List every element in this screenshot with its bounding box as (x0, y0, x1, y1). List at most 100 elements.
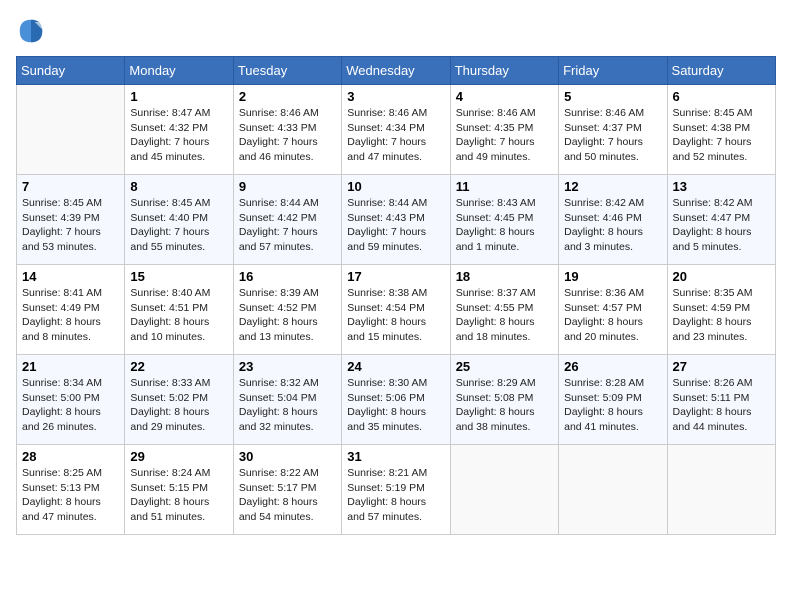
day-info: Sunrise: 8:45 AM Sunset: 4:40 PM Dayligh… (130, 196, 227, 255)
day-number: 10 (347, 179, 444, 194)
calendar-cell: 9 Sunrise: 8:44 AM Sunset: 4:42 PM Daylig… (233, 175, 341, 265)
header-day-wednesday: Wednesday (342, 57, 450, 85)
calendar-cell: 8 Sunrise: 8:45 AM Sunset: 4:40 PM Daylig… (125, 175, 233, 265)
calendar-cell: 4 Sunrise: 8:46 AM Sunset: 4:35 PM Daylig… (450, 85, 558, 175)
calendar-cell: 29Sunrise: 8:24 AM Sunset: 5:15 PM Dayli… (125, 445, 233, 535)
calendar-cell: 27 Sunrise: 8:26 AM Sunset: 5:11 PM Dayli… (667, 355, 775, 445)
day-number: 5 (564, 89, 661, 104)
day-number: 27 (673, 359, 770, 374)
day-info: Sunrise: 8:44 AM Sunset: 4:42 PM Dayligh… (239, 196, 336, 255)
day-info: Sunrise: 8:38 AM Sunset: 4:54 PM Dayligh… (347, 286, 444, 345)
calendar-cell: 2Sunrise: 8:46 AM Sunset: 4:33 PM Daylig… (233, 85, 341, 175)
week-row-1: 1 Sunrise: 8:47 AM Sunset: 4:32 PM Daylig… (17, 85, 776, 175)
day-number: 28 (22, 449, 119, 464)
day-number: 14 (22, 269, 119, 284)
day-number: 11 (456, 179, 553, 194)
calendar-cell: 10 Sunrise: 8:44 AM Sunset: 4:43 PM Dayli… (342, 175, 450, 265)
day-number: 21 (22, 359, 119, 374)
day-info: Sunrise: 8:21 AM Sunset: 5:19 PM Dayligh… (347, 466, 444, 525)
day-info: Sunrise: 8:37 AM Sunset: 4:55 PM Dayligh… (456, 286, 553, 345)
day-number: 17 (347, 269, 444, 284)
day-number: 15 (130, 269, 227, 284)
calendar-cell: 23Sunrise: 8:32 AM Sunset: 5:04 PM Dayli… (233, 355, 341, 445)
logo-icon (16, 16, 46, 46)
calendar-cell: 5 Sunrise: 8:46 AM Sunset: 4:37 PM Daylig… (559, 85, 667, 175)
day-number: 2 (239, 89, 336, 104)
calendar-cell (667, 445, 775, 535)
day-number: 23 (239, 359, 336, 374)
day-info: Sunrise: 8:34 AM Sunset: 5:00 PM Dayligh… (22, 376, 119, 435)
day-number: 19 (564, 269, 661, 284)
day-number: 12 (564, 179, 661, 194)
calendar-cell: 24 Sunrise: 8:30 AM Sunset: 5:06 PM Dayli… (342, 355, 450, 445)
day-number: 9 (239, 179, 336, 194)
calendar-cell: 13Sunrise: 8:42 AM Sunset: 4:47 PM Dayli… (667, 175, 775, 265)
day-number: 24 (347, 359, 444, 374)
calendar-cell: 7Sunrise: 8:45 AM Sunset: 4:39 PM Daylig… (17, 175, 125, 265)
calendar-cell: 30Sunrise: 8:22 AM Sunset: 5:17 PM Dayli… (233, 445, 341, 535)
header-day-sunday: Sunday (17, 57, 125, 85)
calendar-cell: 14 Sunrise: 8:41 AM Sunset: 4:49 PM Dayli… (17, 265, 125, 355)
calendar-cell: 3 Sunrise: 8:46 AM Sunset: 4:34 PM Daylig… (342, 85, 450, 175)
calendar-cell: 28 Sunrise: 8:25 AM Sunset: 5:13 PM Dayli… (17, 445, 125, 535)
calendar-cell: 6 Sunrise: 8:45 AM Sunset: 4:38 PM Daylig… (667, 85, 775, 175)
calendar-cell (17, 85, 125, 175)
calendar-cell (559, 445, 667, 535)
header-day-monday: Monday (125, 57, 233, 85)
day-info: Sunrise: 8:42 AM Sunset: 4:47 PM Dayligh… (673, 196, 770, 255)
day-number: 3 (347, 89, 444, 104)
page-header (16, 16, 776, 46)
day-info: Sunrise: 8:44 AM Sunset: 4:43 PM Dayligh… (347, 196, 444, 255)
calendar-cell: 22Sunrise: 8:33 AM Sunset: 5:02 PM Dayli… (125, 355, 233, 445)
calendar-cell: 21 Sunrise: 8:34 AM Sunset: 5:00 PM Dayli… (17, 355, 125, 445)
calendar-cell: 15 Sunrise: 8:40 AM Sunset: 4:51 PM Dayli… (125, 265, 233, 355)
day-number: 4 (456, 89, 553, 104)
header-row: SundayMondayTuesdayWednesdayThursdayFrid… (17, 57, 776, 85)
day-info: Sunrise: 8:46 AM Sunset: 4:34 PM Dayligh… (347, 106, 444, 165)
week-row-3: 14 Sunrise: 8:41 AM Sunset: 4:49 PM Dayli… (17, 265, 776, 355)
day-info: Sunrise: 8:43 AM Sunset: 4:45 PM Dayligh… (456, 196, 553, 255)
day-info: Sunrise: 8:36 AM Sunset: 4:57 PM Dayligh… (564, 286, 661, 345)
day-number: 25 (456, 359, 553, 374)
day-number: 22 (130, 359, 227, 374)
day-info: Sunrise: 8:35 AM Sunset: 4:59 PM Dayligh… (673, 286, 770, 345)
calendar-cell: 19 Sunrise: 8:36 AM Sunset: 4:57 PM Dayli… (559, 265, 667, 355)
day-info: Sunrise: 8:30 AM Sunset: 5:06 PM Dayligh… (347, 376, 444, 435)
day-info: Sunrise: 8:29 AM Sunset: 5:08 PM Dayligh… (456, 376, 553, 435)
day-info: Sunrise: 8:46 AM Sunset: 4:37 PM Dayligh… (564, 106, 661, 165)
calendar-cell: 25 Sunrise: 8:29 AM Sunset: 5:08 PM Dayli… (450, 355, 558, 445)
day-info: Sunrise: 8:40 AM Sunset: 4:51 PM Dayligh… (130, 286, 227, 345)
day-info: Sunrise: 8:42 AM Sunset: 4:46 PM Dayligh… (564, 196, 661, 255)
header-day-saturday: Saturday (667, 57, 775, 85)
week-row-5: 28 Sunrise: 8:25 AM Sunset: 5:13 PM Dayli… (17, 445, 776, 535)
week-row-4: 21 Sunrise: 8:34 AM Sunset: 5:00 PM Dayli… (17, 355, 776, 445)
header-day-thursday: Thursday (450, 57, 558, 85)
calendar-cell: 12 Sunrise: 8:42 AM Sunset: 4:46 PM Dayli… (559, 175, 667, 265)
header-day-friday: Friday (559, 57, 667, 85)
header-day-tuesday: Tuesday (233, 57, 341, 85)
day-number: 30 (239, 449, 336, 464)
day-info: Sunrise: 8:45 AM Sunset: 4:39 PM Dayligh… (22, 196, 119, 255)
day-number: 1 (130, 89, 227, 104)
calendar-cell (450, 445, 558, 535)
day-info: Sunrise: 8:41 AM Sunset: 4:49 PM Dayligh… (22, 286, 119, 345)
day-number: 31 (347, 449, 444, 464)
calendar-cell: 26Sunrise: 8:28 AM Sunset: 5:09 PM Dayli… (559, 355, 667, 445)
day-info: Sunrise: 8:45 AM Sunset: 4:38 PM Dayligh… (673, 106, 770, 165)
week-row-2: 7Sunrise: 8:45 AM Sunset: 4:39 PM Daylig… (17, 175, 776, 265)
calendar-cell: 31 Sunrise: 8:21 AM Sunset: 5:19 PM Dayli… (342, 445, 450, 535)
day-info: Sunrise: 8:25 AM Sunset: 5:13 PM Dayligh… (22, 466, 119, 525)
calendar-cell: 1 Sunrise: 8:47 AM Sunset: 4:32 PM Daylig… (125, 85, 233, 175)
day-number: 8 (130, 179, 227, 194)
day-info: Sunrise: 8:47 AM Sunset: 4:32 PM Dayligh… (130, 106, 227, 165)
day-number: 16 (239, 269, 336, 284)
calendar-cell: 17 Sunrise: 8:38 AM Sunset: 4:54 PM Dayli… (342, 265, 450, 355)
day-number: 6 (673, 89, 770, 104)
logo (16, 16, 50, 46)
day-number: 18 (456, 269, 553, 284)
calendar-cell: 18 Sunrise: 8:37 AM Sunset: 4:55 PM Dayli… (450, 265, 558, 355)
calendar-cell: 11 Sunrise: 8:43 AM Sunset: 4:45 PM Dayli… (450, 175, 558, 265)
day-info: Sunrise: 8:24 AM Sunset: 5:15 PM Dayligh… (130, 466, 227, 525)
day-info: Sunrise: 8:46 AM Sunset: 4:35 PM Dayligh… (456, 106, 553, 165)
day-info: Sunrise: 8:26 AM Sunset: 5:11 PM Dayligh… (673, 376, 770, 435)
